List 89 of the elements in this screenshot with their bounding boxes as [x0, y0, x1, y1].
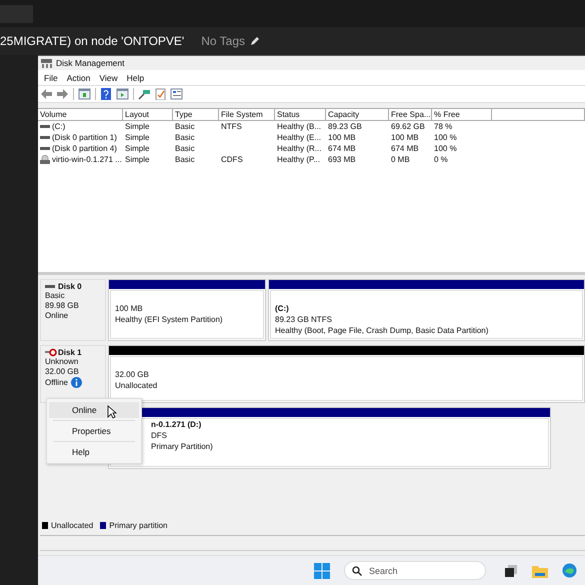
partition-detail: Healthy (Boot, Page File, Crash Dump, Basic Data Partition)	[275, 325, 490, 336]
partition-detail: Healthy (EFI System Partition)	[115, 314, 224, 325]
column-header[interactable]: Volume	[38, 109, 123, 121]
menu-item[interactable]: Action	[66, 72, 90, 82]
disk-detail: Unknown	[45, 357, 78, 367]
table-cell-text: Simple	[124, 155, 150, 164]
partition-detail: Unallocated	[115, 380, 158, 391]
windows-start-icon[interactable]	[314, 562, 330, 578]
column-header[interactable]: Type	[173, 109, 219, 121]
disk-detail: 32.00 GB	[45, 367, 79, 377]
table-cell-text: 69.62 GB	[390, 122, 426, 131]
partition-block[interactable]: 100 MB Healthy (EFI System Partition)	[108, 279, 266, 341]
browser-icon[interactable]	[562, 563, 577, 578]
table-cell-text: Basic	[174, 155, 196, 164]
disk-management-icon	[41, 58, 52, 68]
table-cell-text: Healthy (P...	[276, 155, 321, 164]
partition-title: (C:)	[275, 303, 290, 314]
search-field[interactable]: Search	[344, 561, 486, 580]
drive-icon	[45, 282, 57, 291]
table-cell-text: 100 MB	[390, 133, 420, 142]
table-cell-text: NTFS	[220, 122, 243, 131]
checklist-icon[interactable]	[154, 88, 167, 100]
column-header[interactable]: Status	[275, 109, 326, 121]
column-header[interactable]: Layout	[123, 109, 173, 121]
disk-name: Disk 0	[58, 282, 82, 291]
task-view-icon[interactable]	[504, 564, 518, 578]
cd-drive-icon	[40, 155, 50, 164]
menu-item[interactable]: Help	[126, 72, 144, 82]
volume-cell: (Disk 0 partition 1)	[52, 133, 117, 142]
panel-icon[interactable]	[116, 88, 129, 100]
partition-block[interactable]: (C:) 89.23 GB NTFS Healthy (Boot, Page File, Crash Dump, Basic Data Partition)	[268, 279, 585, 341]
disk-detail: 89.98 GB	[45, 301, 79, 311]
partition-detail: Primary Partition)	[151, 441, 214, 452]
table-cell-text: Simple	[124, 144, 150, 153]
mouse-cursor-icon	[107, 405, 117, 419]
disk-detail: Online	[45, 311, 68, 321]
column-header[interactable]: Free Spa...	[389, 109, 432, 121]
connect-icon[interactable]	[138, 88, 151, 100]
column-header[interactable]: File System	[219, 109, 275, 121]
table-cell-text: Simple	[124, 122, 150, 131]
table-cell-text: 0 %	[433, 155, 449, 164]
folder-icon[interactable]	[532, 564, 548, 578]
offline-disk-icon	[45, 348, 57, 357]
legend-label: Unallocated	[51, 521, 94, 530]
disk-detail: Offline	[45, 378, 68, 388]
forward-arrow-icon[interactable]	[56, 88, 69, 100]
menu-item[interactable]: File	[44, 72, 58, 82]
partition-title: n-0.1.271 (D:)	[151, 419, 202, 430]
menu-item[interactable]: Online	[49, 402, 139, 418]
table-cell-text: Basic	[174, 144, 196, 153]
info-icon	[70, 377, 82, 388]
table-cell-text: CDFS	[220, 155, 244, 164]
legend-label: Primary partition	[109, 521, 168, 530]
partition-detail: 89.23 GB NTFS	[275, 314, 333, 325]
window-title: Disk Management	[56, 58, 125, 68]
back-arrow-icon[interactable]	[40, 88, 53, 100]
column-header[interactable]: Capacity	[326, 109, 389, 121]
tags-label: No Tags	[201, 34, 246, 48]
partition-detail: DFS	[151, 430, 168, 441]
properties-icon[interactable]	[170, 88, 183, 100]
volume-cell: (C:)	[52, 122, 66, 131]
partition-detail: 100 MB	[115, 303, 144, 314]
disk-name: Disk 1	[58, 348, 82, 357]
table-cell-text: 0 MB	[390, 155, 411, 164]
table-cell-text: 674 MB	[327, 144, 357, 153]
table-cell-text: 100 MB	[327, 133, 357, 142]
column-header[interactable]: % Free	[432, 109, 492, 121]
table-cell-text: Basic	[174, 122, 196, 131]
table-cell-text: Healthy (B...	[276, 122, 322, 131]
table-cell-text: Simple	[124, 133, 150, 142]
table-cell-text: Healthy (E...	[276, 133, 322, 142]
table-cell-text: Healthy (R...	[276, 144, 322, 153]
table-cell-text: 100 %	[433, 144, 458, 153]
table-cell-text: 674 MB	[390, 144, 420, 153]
partition-detail: 32.00 GB	[115, 369, 150, 380]
console-tree-icon[interactable]	[78, 88, 91, 100]
vm-title: 25MIGRATE) on node 'ONTOPVE'	[0, 34, 184, 48]
help-icon[interactable]	[100, 88, 113, 100]
table-cell-text: 89.23 GB	[327, 122, 363, 131]
volume-cell: virtio-win-0.1.271 ...	[52, 155, 122, 164]
pencil-icon[interactable]	[250, 36, 260, 46]
disk-detail: Basic	[45, 291, 65, 301]
volume-cell: (Disk 0 partition 4)	[52, 144, 117, 153]
menu-item[interactable]: View	[99, 72, 118, 82]
partition-block[interactable]: 32.00 GB Unallocated	[108, 345, 585, 403]
table-cell-text: 78 %	[433, 122, 454, 131]
table-cell-text: 693 MB	[327, 155, 357, 164]
table-cell-text: 100 %	[433, 133, 458, 142]
table-cell-text: Basic	[174, 133, 196, 142]
